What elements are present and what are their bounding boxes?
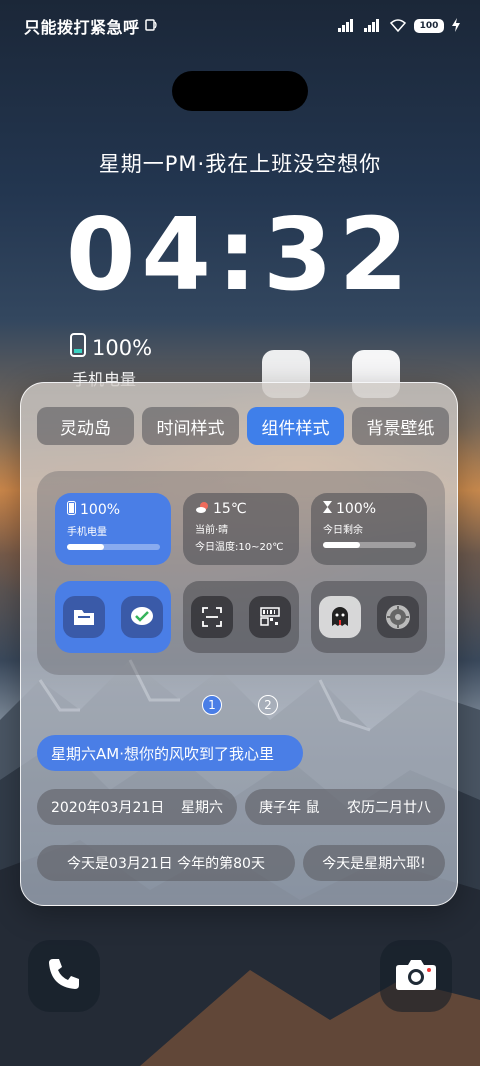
day-note-pill[interactable]: 今天是星期六耶! — [303, 845, 445, 881]
panel-tabs: 灵动岛 时间样式 组件样式 背景壁纸 — [37, 407, 449, 445]
remaining-value: 100% — [336, 501, 377, 517]
remaining-bar — [323, 542, 416, 548]
status-bar: 只能拨打紧急呼 100 — [24, 12, 460, 40]
page-dot-2[interactable]: 2 — [258, 695, 278, 715]
charging-icon — [452, 17, 460, 35]
weather-line1: 当前·晴 — [195, 525, 229, 536]
date-text: 2020年03月21日 — [51, 800, 165, 816]
widget-grid: 100% 手机电量 15℃ 当前·晴 今日温度:10~20℃ 100% 今日剩余 — [37, 471, 445, 675]
tab-wallpaper[interactable]: 背景壁纸 — [352, 407, 449, 445]
day-info-pill[interactable]: 今天是03月21日 今年的第80天 — [37, 845, 295, 881]
date-style-pill[interactable]: 2020年03月21日 星期六 — [37, 789, 237, 825]
weekday-text: 星期六 — [181, 800, 223, 816]
tab-widget-style[interactable]: 组件样式 — [247, 407, 344, 445]
lockscreen-subtitle: 星期一PM·我在上班没空想你 — [98, 152, 382, 176]
signal-icon — [338, 18, 356, 35]
camera-shortcut[interactable] — [380, 940, 452, 1012]
scan-icon[interactable] — [191, 596, 233, 638]
hourglass-icon — [323, 501, 332, 517]
app-shortcut-widget-2[interactable] — [183, 581, 299, 653]
battery-widget-bar — [67, 544, 160, 550]
widget-style-panel: 灵动岛 时间样式 组件样式 背景壁纸 100% 手机电量 15℃ 当前·晴 今日… — [20, 382, 458, 906]
ghost-app-icon[interactable] — [319, 596, 361, 638]
weather-temp: 15℃ — [213, 501, 247, 517]
text-style-selected[interactable]: 星期六AM·想你的风吹到了我心里 — [37, 735, 303, 771]
tab-dynamic-island[interactable]: 灵动岛 — [37, 407, 134, 445]
remaining-label: 今日剩余 — [323, 525, 363, 536]
app-shortcut-widget-3[interactable] — [311, 581, 427, 653]
battery-percent: 100% — [92, 335, 153, 360]
qrcode-icon[interactable] — [249, 596, 291, 638]
lunar-text: 农历二月廿八 — [347, 800, 431, 816]
page-dot-1[interactable]: 1 — [202, 695, 222, 715]
weather-icon — [195, 501, 209, 517]
battery-widget[interactable]: 100% 手机电量 — [55, 493, 171, 565]
zodiac-text: 庚子年 鼠 — [259, 800, 320, 816]
lunar-style-pill[interactable]: 庚子年 鼠 农历二月廿八 — [245, 789, 445, 825]
camera-icon — [395, 957, 437, 995]
battery-widget-value: 100% — [80, 502, 121, 518]
battery-widget-label: 手机电量 — [67, 527, 107, 538]
wechat-check-icon[interactable] — [121, 596, 163, 638]
lockscreen-clock: 04:32 — [65, 196, 415, 313]
carrier-text: 只能拨打紧急呼 — [24, 18, 140, 37]
dynamic-island — [172, 71, 308, 111]
phone-icon — [45, 955, 83, 997]
page-indicator: 1 2 — [21, 695, 459, 715]
phone-battery-icon — [70, 333, 86, 362]
app-shortcut-widget-1[interactable] — [55, 581, 171, 653]
nfc-icon — [144, 17, 158, 36]
weather-line2: 今日温度:10~20℃ — [195, 542, 284, 553]
phone-icon-small — [67, 501, 76, 519]
tab-time-style[interactable]: 时间样式 — [142, 407, 239, 445]
battery-icon: 100 — [414, 19, 444, 33]
signal-2-icon — [364, 18, 382, 35]
wifi-icon — [389, 18, 407, 35]
lockscreen-battery: 100% — [70, 333, 152, 362]
folder-icon[interactable] — [63, 596, 105, 638]
weather-widget[interactable]: 15℃ 当前·晴 今日温度:10~20℃ — [183, 493, 299, 565]
phone-shortcut[interactable] — [28, 940, 100, 1012]
remaining-widget[interactable]: 100% 今日剩余 — [311, 493, 427, 565]
settings-gear-icon[interactable] — [377, 596, 419, 638]
